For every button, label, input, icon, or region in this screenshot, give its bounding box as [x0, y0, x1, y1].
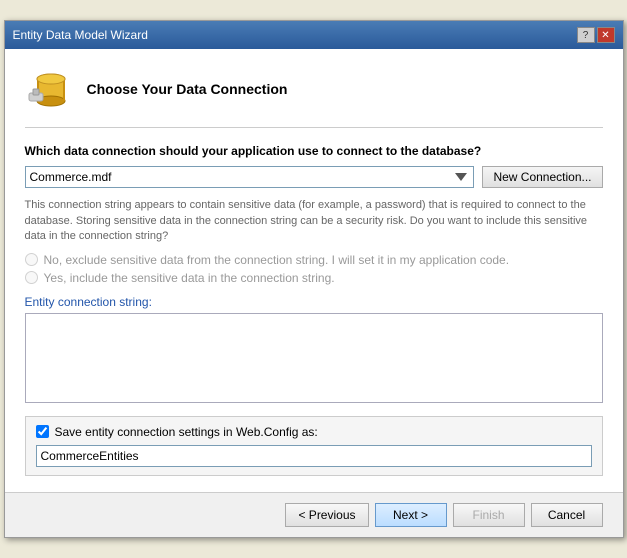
title-bar-buttons: ? ✕ [577, 27, 615, 43]
radio-no-label: No, exclude sensitive data from the conn… [44, 253, 510, 267]
database-icon [25, 65, 73, 113]
new-connection-button[interactable]: New Connection... [482, 166, 602, 188]
header-title: Choose Your Data Connection [87, 81, 288, 97]
save-checkbox[interactable] [36, 425, 49, 438]
title-bar-text: Entity Data Model Wizard [13, 28, 148, 42]
radio-item-yes: Yes, include the sensitive data in the c… [25, 271, 603, 285]
radio-yes-label: Yes, include the sensitive data in the c… [44, 271, 335, 285]
close-button[interactable]: ✕ [597, 27, 615, 43]
radio-yes[interactable] [25, 271, 38, 284]
help-button[interactable]: ? [577, 27, 595, 43]
sensitive-radio-group: No, exclude sensitive data from the conn… [25, 253, 603, 285]
save-checkbox-row: Save entity connection settings in Web.C… [36, 425, 592, 439]
next-button[interactable]: Next > [375, 503, 447, 527]
main-content: Choose Your Data Connection Which data c… [5, 49, 623, 491]
radio-no[interactable] [25, 253, 38, 266]
finish-button[interactable]: Finish [453, 503, 525, 527]
radio-item-no: No, exclude sensitive data from the conn… [25, 253, 603, 267]
connection-select[interactable]: Commerce.mdf [25, 166, 475, 188]
wizard-window: Entity Data Model Wizard ? ✕ [4, 20, 624, 537]
footer: < Previous Next > Finish Cancel [5, 492, 623, 537]
conn-string-label: Entity connection string: [25, 295, 603, 309]
sensitive-description: This connection string appears to contai… [25, 198, 603, 244]
save-section: Save entity connection settings in Web.C… [25, 416, 603, 476]
connection-row: Commerce.mdf New Connection... [25, 166, 603, 188]
previous-button[interactable]: < Previous [285, 503, 368, 527]
conn-string-textarea[interactable] [25, 313, 603, 403]
header-section: Choose Your Data Connection [25, 65, 603, 128]
title-bar: Entity Data Model Wizard ? ✕ [5, 21, 623, 49]
cancel-button[interactable]: Cancel [531, 503, 603, 527]
save-label: Save entity connection settings in Web.C… [55, 425, 318, 439]
question-label: Which data connection should your applic… [25, 144, 603, 158]
save-name-input[interactable] [36, 445, 592, 467]
